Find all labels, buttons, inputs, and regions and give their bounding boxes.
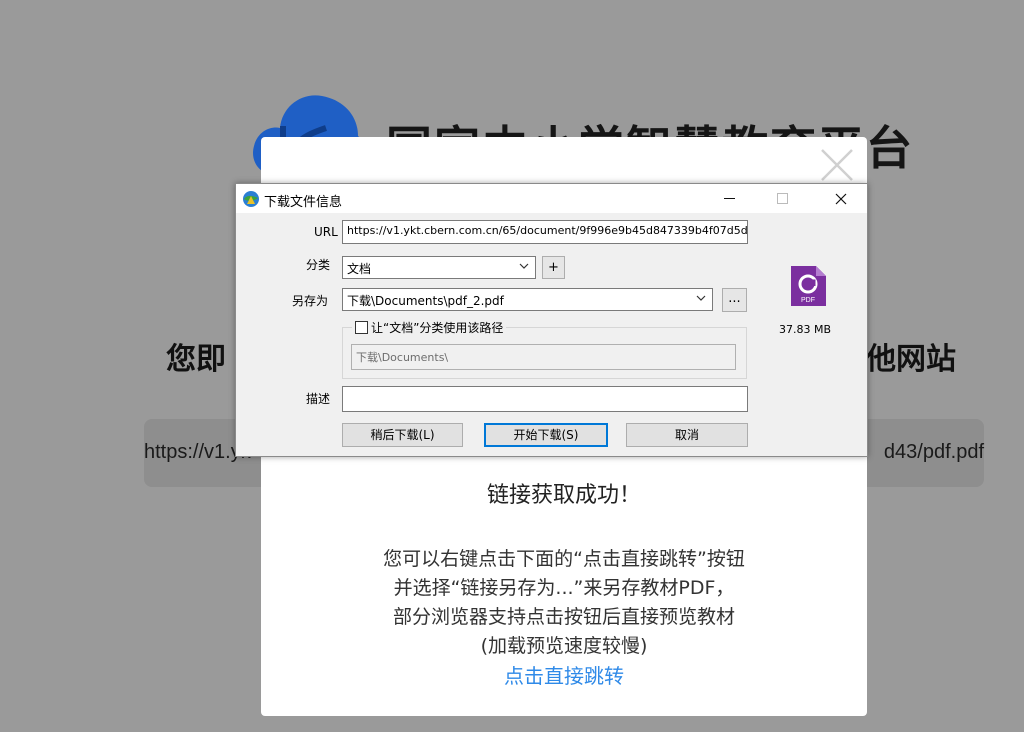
dialog-title: 下载文件信息 bbox=[264, 195, 343, 210]
default-path-field: 下载\Documents\ bbox=[351, 344, 736, 370]
category-label: 分类 bbox=[306, 258, 331, 272]
download-info-dialog: 下载文件信息 URL https://v1.ykt.cbern.com.cn/6… bbox=[235, 183, 868, 457]
chevron-down-icon bbox=[696, 295, 706, 301]
instruction-line: (加载预览速度较慢) bbox=[480, 635, 648, 657]
url-display-right: d43/pdf.pdf bbox=[883, 441, 984, 463]
url-label: URL bbox=[314, 225, 338, 239]
saveas-value: 下载\Documents\pdf_2.pdf bbox=[347, 294, 504, 308]
close-button[interactable] bbox=[818, 184, 864, 213]
description-label: 描述 bbox=[306, 392, 331, 406]
chevron-down-icon bbox=[519, 263, 529, 269]
instruction-line: 部分浏览器支持点击按钮后直接预览教材 bbox=[392, 606, 735, 628]
download-later-button[interactable]: 稍后下载(L) bbox=[342, 423, 463, 447]
svg-text:PDF: PDF bbox=[801, 297, 815, 304]
saveas-select[interactable]: 下载\Documents\pdf_2.pdf bbox=[342, 288, 713, 311]
close-icon bbox=[835, 193, 847, 204]
minimize-icon bbox=[723, 198, 735, 199]
start-download-button[interactable]: 开始下载(S) bbox=[484, 423, 608, 447]
cancel-button[interactable]: 取消 bbox=[626, 423, 748, 447]
saveas-label: 另存为 bbox=[292, 294, 329, 308]
success-message: 链接获取成功！ bbox=[486, 483, 641, 508]
instruction-line: 并选择“链接另存为...”来另存教材PDF， bbox=[393, 577, 735, 599]
add-category-button[interactable]: + bbox=[542, 256, 565, 279]
minimize-button[interactable] bbox=[706, 184, 752, 213]
use-path-checkbox[interactable]: 让“文档”分类使用该路径 bbox=[352, 319, 507, 336]
page-heading-right: 他网站 bbox=[866, 342, 956, 377]
page-heading-left: 您即 bbox=[166, 342, 226, 377]
idm-globe-icon bbox=[243, 191, 259, 207]
browse-button[interactable]: ... bbox=[722, 288, 747, 312]
instructions: 您可以右键点击下面的“点击直接跳转”按钮 并选择“链接另存为...”来另存教材P… bbox=[261, 545, 867, 661]
direct-jump-link[interactable]: 点击直接跳转 bbox=[261, 660, 867, 689]
description-field[interactable] bbox=[342, 386, 748, 412]
use-path-label: 让“文档”分类使用该路径 bbox=[371, 321, 504, 335]
title-bar[interactable]: 下载文件信息 bbox=[236, 184, 867, 213]
close-icon[interactable] bbox=[819, 147, 855, 183]
url-field[interactable]: https://v1.ykt.cbern.com.cn/65/document/… bbox=[342, 220, 748, 244]
maximize-icon bbox=[776, 193, 788, 204]
category-select[interactable]: 文档 bbox=[342, 256, 536, 279]
file-size: 37.83 MB bbox=[778, 323, 832, 336]
pdf-file-icon: PDF bbox=[791, 266, 826, 306]
category-value: 文档 bbox=[347, 262, 372, 276]
checkbox-icon[interactable] bbox=[355, 321, 368, 334]
instruction-line: 您可以右键点击下面的“点击直接跳转”按钮 bbox=[383, 548, 745, 570]
maximize-button[interactable] bbox=[759, 184, 805, 213]
